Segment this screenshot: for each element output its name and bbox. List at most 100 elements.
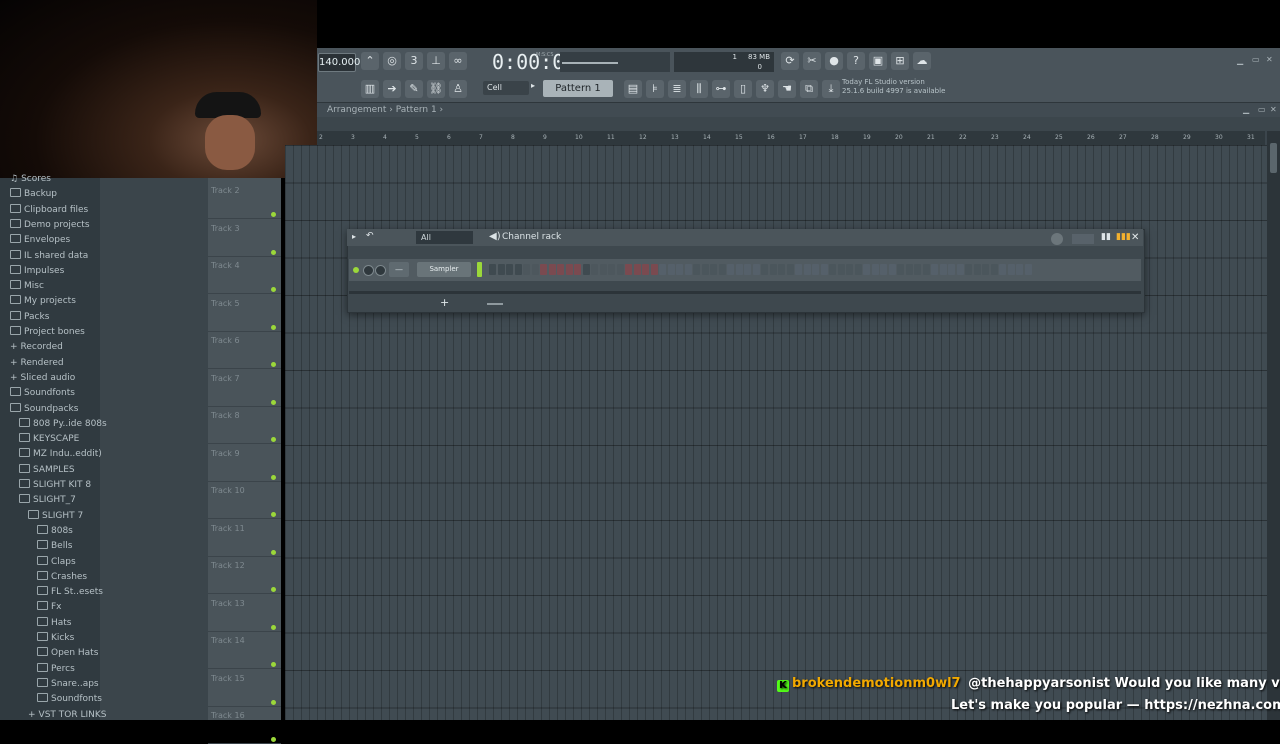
browser-item[interactable]: Bells: [37, 539, 72, 554]
step-button[interactable]: [727, 264, 734, 275]
channel-name-button[interactable]: Sampler: [417, 262, 471, 277]
channel-rack-undo-icon[interactable]: ↶: [366, 231, 374, 241]
track-header[interactable]: Track 16: [208, 707, 281, 744]
step-button[interactable]: [905, 264, 913, 275]
step-button[interactable]: [1016, 264, 1023, 275]
play-pattern-icon[interactable]: ➔: [383, 80, 401, 98]
browser-item[interactable]: SLIGHT 7: [28, 509, 83, 524]
step-button[interactable]: [761, 264, 768, 275]
step-button[interactable]: [999, 264, 1006, 275]
track-mute-led-icon[interactable]: [271, 437, 276, 442]
step-view-icon[interactable]: ▮▮▮: [1116, 232, 1131, 242]
browser-item[interactable]: SLIGHT_7: [19, 493, 76, 508]
track-mute-led-icon[interactable]: [271, 737, 276, 742]
step-button[interactable]: [897, 264, 904, 275]
step-button[interactable]: [769, 264, 777, 275]
step-button[interactable]: [514, 264, 522, 275]
channel-rack-menu-icon[interactable]: ▸: [352, 232, 356, 241]
tempo-display[interactable]: 140.000: [318, 53, 360, 72]
track-header[interactable]: Track 10: [208, 482, 281, 519]
mixer-cut-icon[interactable]: ✂: [803, 52, 821, 70]
track-header[interactable]: Track 2: [208, 182, 281, 219]
track-header[interactable]: Track 11: [208, 520, 281, 557]
step-button[interactable]: [803, 264, 811, 275]
step-button[interactable]: [642, 264, 649, 275]
metronome-icon[interactable]: ⌃: [361, 52, 379, 70]
track-mute-led-icon[interactable]: [271, 587, 276, 592]
browser-item[interactable]: Misc: [10, 279, 44, 294]
channel-rack-icon[interactable]: ≣: [668, 80, 686, 98]
channel-filter-selector[interactable]: All: [416, 231, 473, 244]
step-button[interactable]: [778, 264, 785, 275]
step-button[interactable]: [990, 264, 998, 275]
browser-item[interactable]: Packs: [10, 310, 49, 325]
browser-item[interactable]: Snare..aps: [37, 677, 99, 692]
step-button[interactable]: [854, 264, 862, 275]
undo-history-icon[interactable]: ⟳: [781, 52, 799, 70]
browser-item[interactable]: IL shared data: [10, 249, 88, 264]
breadcrumb[interactable]: Arrangement › Pattern 1 ›: [327, 105, 443, 115]
graph-editor-icon[interactable]: ▮▮: [1101, 232, 1111, 242]
step-button[interactable]: [497, 264, 505, 275]
browser-item[interactable]: + Rendered: [10, 356, 64, 371]
step-button[interactable]: [956, 264, 964, 275]
step-button[interactable]: [659, 264, 666, 275]
browser-item[interactable]: Crashes: [37, 570, 87, 585]
channel-mute-led-icon[interactable]: [353, 267, 359, 273]
track-mute-led-icon[interactable]: [271, 662, 276, 667]
track-header[interactable]: Track 15: [208, 670, 281, 707]
tool-icon[interactable]: ⧉: [800, 80, 818, 98]
step-button[interactable]: [701, 264, 709, 275]
channel-rack-close-icon[interactable]: ✕: [1131, 232, 1139, 243]
step-button[interactable]: [982, 264, 989, 275]
step-button[interactable]: [735, 264, 743, 275]
save-icon[interactable]: ▣: [869, 52, 887, 70]
track-header[interactable]: Track 5: [208, 295, 281, 332]
step-button[interactable]: [608, 264, 615, 275]
swing-slider[interactable]: [1072, 234, 1094, 244]
browser-item[interactable]: My projects: [10, 294, 76, 309]
track-header[interactable]: Track 6: [208, 332, 281, 369]
step-button[interactable]: [531, 264, 539, 275]
browser-item[interactable]: KEYSCAPE: [19, 432, 79, 447]
track-header[interactable]: Track 14: [208, 632, 281, 669]
browser-item[interactable]: + Sliced audio: [10, 371, 75, 386]
microphone-icon[interactable]: ●: [825, 52, 843, 70]
track-header[interactable]: Track 9: [208, 445, 281, 482]
track-mute-led-icon[interactable]: [271, 549, 276, 555]
track-header[interactable]: Track 13: [208, 595, 281, 632]
step-button[interactable]: [506, 264, 513, 275]
browser-item[interactable]: Project bones: [10, 325, 85, 340]
browser-item[interactable]: Impulses: [10, 264, 64, 279]
add-channel-button[interactable]: +: [440, 296, 449, 309]
plugin-icon[interactable]: ⊞: [891, 52, 909, 70]
step-button[interactable]: [931, 264, 938, 275]
step-button[interactable]: [871, 264, 879, 275]
browser-item[interactable]: Demo projects: [10, 218, 90, 233]
step-button[interactable]: [710, 264, 717, 275]
channel-select-indicator[interactable]: [477, 262, 482, 277]
piano-roll-icon[interactable]: ▥: [361, 80, 379, 98]
step-button[interactable]: [599, 264, 607, 275]
step-button[interactable]: [633, 264, 641, 275]
browser-item[interactable]: Claps: [37, 555, 76, 570]
step-button[interactable]: [837, 264, 845, 275]
track-mute-led-icon[interactable]: [271, 624, 276, 630]
chat-icon[interactable]: ☁: [913, 52, 931, 70]
step-button[interactable]: [752, 264, 760, 275]
track-header[interactable]: Track 8: [208, 407, 281, 444]
step-button[interactable]: [574, 264, 581, 275]
browser-item[interactable]: 808s: [37, 524, 73, 539]
track-header[interactable]: Track 3: [208, 220, 281, 257]
step-button[interactable]: [489, 264, 496, 275]
step-button[interactable]: [650, 264, 658, 275]
mixer-icon[interactable]: ⫼: [690, 80, 708, 98]
step-button[interactable]: [616, 264, 624, 275]
step-button[interactable]: [786, 264, 794, 275]
browser-item[interactable]: Open Hats: [37, 646, 98, 661]
project-browser-icon[interactable]: ⊶: [712, 80, 730, 98]
browser-item[interactable]: Soundfonts: [10, 386, 75, 401]
plugin-database-icon[interactable]: ▯: [734, 80, 752, 98]
stamp-icon[interactable]: ♙: [449, 80, 467, 98]
news-panel[interactable]: Today FL Studio version 25.1.6 build 499…: [842, 78, 952, 100]
